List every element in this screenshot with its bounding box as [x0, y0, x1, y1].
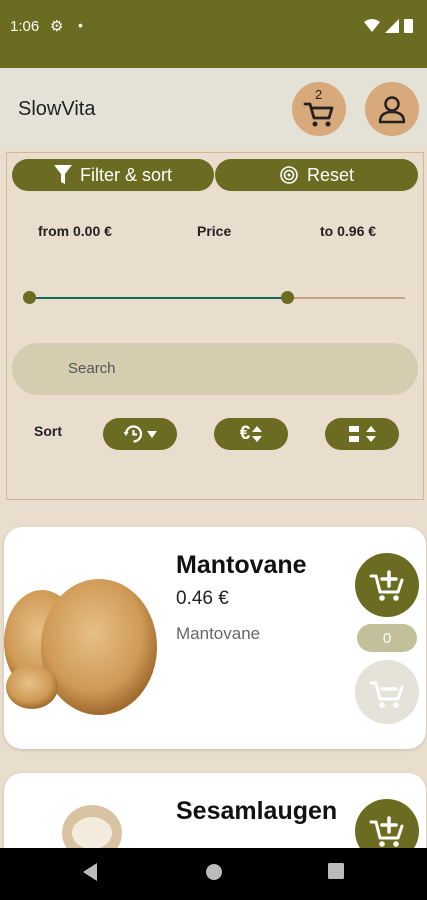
signal-icon	[385, 18, 399, 33]
price-range-slider[interactable]	[23, 291, 405, 304]
slider-max-thumb[interactable]	[281, 291, 294, 304]
app-title: SlowVita	[18, 98, 96, 120]
product-name: Sesamlaugen	[176, 797, 338, 825]
add-cart-icon	[369, 570, 404, 601]
alphabetical-sort-icon	[349, 426, 359, 442]
profile-button[interactable]	[365, 82, 419, 136]
status-bar: 1:06 ⚙ •	[0, 0, 427, 68]
system-nav-bar	[0, 848, 427, 900]
sort-label: Sort	[34, 423, 62, 439]
remove-from-cart-button[interactable]	[355, 660, 419, 724]
add-to-cart-button[interactable]	[355, 553, 419, 617]
app-bar: SlowVita 2	[0, 68, 427, 148]
product-image	[4, 579, 157, 715]
price-label: Price	[197, 223, 232, 239]
status-time: 1:06	[10, 18, 40, 35]
sort-by-date-button[interactable]	[103, 418, 177, 450]
slider-fill	[29, 297, 287, 299]
filter-sort-label: Filter & sort	[79, 164, 172, 185]
filter-icon	[53, 165, 72, 184]
history-icon	[123, 425, 143, 443]
sort-up-down-icon	[252, 426, 263, 442]
settings-icon: ⚙	[50, 18, 64, 35]
reset-icon	[280, 166, 298, 184]
sort-up-down-icon	[366, 426, 376, 442]
quantity-badge: 0	[357, 624, 417, 652]
cart-icon	[303, 102, 334, 127]
notification-dot-icon: •	[78, 17, 83, 33]
remove-cart-icon	[369, 681, 404, 708]
add-cart-icon	[369, 816, 404, 847]
product-subtitle: Mantovane	[176, 624, 261, 643]
filter-panel: Filter & sort Reset from 0.00 € Price to…	[6, 152, 424, 500]
search-placeholder: Search	[68, 360, 116, 377]
cart-count-badge: 2	[315, 87, 323, 102]
back-icon[interactable]	[81, 862, 99, 882]
user-icon	[378, 96, 406, 124]
battery-icon	[404, 19, 413, 33]
product-card[interactable]: Mantovane 0.46 € Mantovane 0	[4, 527, 426, 749]
filter-sort-button[interactable]: Filter & sort	[12, 159, 214, 191]
price-to-label: to 0.96 €	[320, 223, 377, 239]
wifi-icon	[364, 18, 380, 32]
search-input[interactable]: Search	[12, 343, 418, 395]
reset-button[interactable]: Reset	[215, 159, 418, 191]
sort-by-name-button[interactable]	[325, 418, 399, 450]
euro-icon: €	[239, 423, 251, 444]
slider-min-thumb[interactable]	[23, 291, 36, 304]
recents-icon[interactable]	[327, 862, 345, 880]
product-price: 0.46 €	[176, 588, 229, 609]
price-from-label: from 0.00 €	[38, 223, 112, 239]
sort-down-icon	[147, 431, 157, 438]
cart-button[interactable]: 2	[292, 82, 346, 136]
reset-label: Reset	[306, 164, 355, 185]
sort-by-price-button[interactable]: €	[214, 418, 288, 450]
product-name: Mantovane	[176, 551, 307, 579]
status-icons	[364, 18, 413, 33]
home-icon[interactable]	[204, 862, 224, 882]
